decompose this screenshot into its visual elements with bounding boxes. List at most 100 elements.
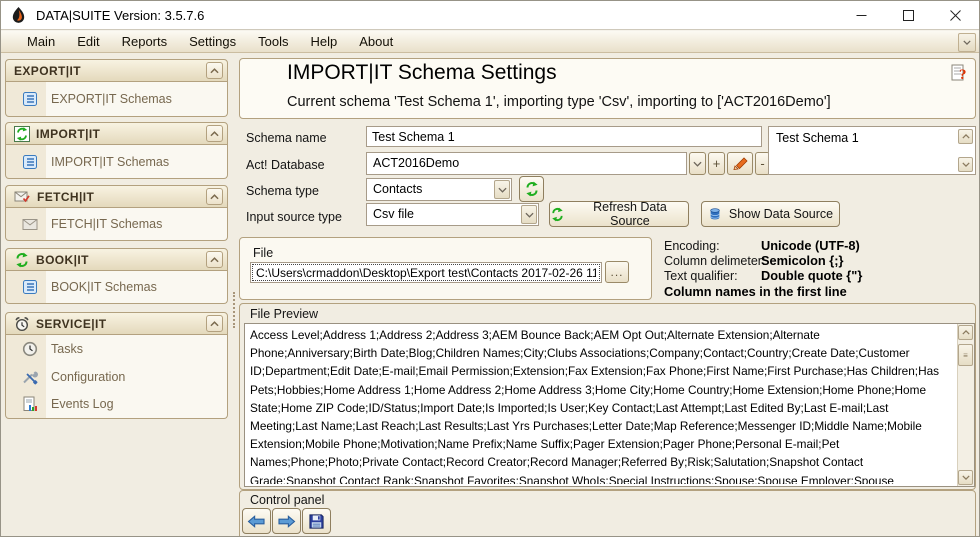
delimiter-value: Semicolon {;} (761, 253, 844, 268)
qualifier-value: Double quote {"} (761, 268, 863, 283)
minimize-icon (856, 14, 867, 16)
sidebar-item-import-schemas[interactable]: IMPORT|IT Schemas (6, 148, 227, 176)
act-database-dropdown-button[interactable] (689, 152, 706, 175)
sidebar-item-label: EXPORT|IT Schemas (51, 92, 172, 106)
scrollbar-thumb[interactable]: ≡ (958, 344, 973, 366)
section-title: IMPORT|IT (36, 126, 101, 141)
schema-type-dropdown-button[interactable] (494, 180, 510, 199)
sidebar-section-service-header[interactable]: SERVICE|IT (5, 312, 228, 335)
scroll-down-button[interactable] (958, 470, 973, 485)
close-button[interactable] (932, 1, 979, 29)
section-title: BOOK|IT (36, 252, 89, 267)
file-path-input[interactable] (250, 262, 602, 283)
clock-icon (21, 341, 38, 357)
collapse-button[interactable] (206, 251, 223, 268)
previous-step-button[interactable] (242, 508, 271, 534)
add-database-button[interactable]: + (708, 152, 725, 175)
schema-listbox[interactable]: Test Schema 1 (768, 126, 976, 175)
close-icon (950, 9, 961, 21)
minimize-button[interactable] (838, 1, 885, 29)
alarm-clock-icon (14, 316, 30, 332)
sidebar-item-tasks[interactable]: Tasks (6, 335, 227, 363)
collapse-button[interactable] (206, 315, 223, 332)
refresh-icon (552, 207, 563, 221)
show-data-source-label: Show Data Source (728, 207, 834, 221)
events-log-icon (21, 396, 38, 412)
section-title: EXPORT|IT (14, 63, 81, 78)
sidebar-section-fetch-body: FETCH|IT Schemas (5, 208, 228, 241)
menu-reports[interactable]: Reports (111, 32, 179, 51)
svg-text:?: ? (959, 67, 967, 83)
page-title: IMPORT|IT Schema Settings (287, 61, 557, 84)
sidebar-section-book-body: BOOK|IT Schemas (5, 271, 228, 304)
collapse-button[interactable] (206, 188, 223, 205)
sidebar-item-configuration[interactable]: Configuration (6, 363, 227, 391)
menu-about[interactable]: About (348, 32, 404, 51)
sidebar-splitter[interactable] (231, 54, 236, 536)
menu-help[interactable]: Help (299, 32, 348, 51)
scroll-up-button[interactable] (958, 129, 973, 144)
sidebar-section-fetch-header[interactable]: FETCH|IT (5, 185, 228, 208)
splitter-grip-icon (233, 292, 235, 328)
help-icon[interactable]: ? (951, 62, 970, 83)
browse-file-button[interactable]: ... (605, 261, 629, 283)
save-button[interactable] (302, 508, 331, 534)
sidebar-item-label: BOOK|IT Schemas (51, 280, 157, 294)
refresh-data-source-button[interactable]: Refresh Data Source (549, 200, 689, 228)
control-panel-label: Control panel (250, 493, 325, 507)
input-source-combobox[interactable]: Csv file (366, 203, 539, 226)
chevron-up-icon (961, 134, 970, 139)
database-icon (710, 208, 720, 220)
section-title: FETCH|IT (37, 189, 95, 204)
window-controls (838, 1, 979, 29)
menu-overflow-button[interactable] (958, 33, 976, 52)
chevron-up-icon (210, 67, 219, 73)
chevron-down-icon (693, 161, 702, 167)
section-title: SERVICE|IT (36, 316, 107, 331)
act-database-combobox[interactable]: ACT2016Demo (366, 152, 687, 175)
refresh-icon (525, 181, 538, 197)
sidebar-section-import-body: IMPORT|IT Schemas (5, 145, 228, 179)
tools-icon (21, 369, 38, 385)
sidebar-item-fetch-schemas[interactable]: FETCH|IT Schemas (6, 210, 227, 238)
preview-scrollbar[interactable]: ≡ (957, 324, 974, 486)
edit-database-button[interactable] (727, 152, 753, 175)
sidebar-section-import-header[interactable]: IMPORT|IT (5, 122, 228, 145)
schema-list-icon (21, 279, 38, 295)
file-preview-textarea[interactable]: Access Level;Address 1;Address 2;Address… (244, 323, 975, 487)
arrow-left-icon (247, 514, 265, 528)
sidebar-item-export-schemas[interactable]: EXPORT|IT Schemas (6, 85, 227, 113)
menu-settings[interactable]: Settings (178, 32, 247, 51)
collapse-button[interactable] (206, 62, 223, 79)
menu-bar: Main Edit Reports Settings Tools Help Ab… (1, 30, 979, 53)
app-logo-icon (10, 6, 27, 24)
input-source-dropdown-button[interactable] (521, 205, 537, 224)
sidebar-item-events-log[interactable]: Events Log (6, 390, 227, 418)
next-step-button[interactable] (272, 508, 301, 534)
sidebar-item-label: Events Log (51, 397, 114, 412)
sidebar-item-book-schemas[interactable]: BOOK|IT Schemas (6, 273, 227, 301)
menu-edit[interactable]: Edit (66, 32, 110, 51)
file-preview-label: File Preview (250, 307, 319, 321)
schema-name-input[interactable] (366, 126, 762, 147)
file-preview-content: Access Level;Address 1;Address 2;Address… (250, 328, 940, 484)
menu-main[interactable]: Main (16, 32, 66, 51)
show-data-source-button[interactable]: Show Data Source (701, 201, 840, 227)
schema-type-combobox[interactable]: Contacts (366, 178, 512, 201)
control-panel-groupbox (239, 490, 976, 536)
encoding-value: Unicode (UTF-8) (761, 238, 860, 253)
collapse-button[interactable] (206, 125, 223, 142)
sidebar-section-book-header[interactable]: BOOK|IT (5, 248, 228, 271)
encoding-label: Encoding: (664, 239, 720, 253)
delimiter-label: Column delimeter: (664, 254, 766, 268)
scroll-up-button[interactable] (958, 325, 973, 340)
schema-list-item[interactable]: Test Schema 1 (776, 131, 859, 145)
scroll-down-button[interactable] (958, 157, 973, 172)
chevron-down-icon (497, 187, 507, 193)
sidebar-item-label: Tasks (51, 341, 83, 356)
sidebar-section-export-header[interactable]: EXPORT|IT (5, 59, 228, 82)
menu-tools[interactable]: Tools (247, 32, 299, 51)
maximize-button[interactable] (885, 1, 932, 29)
refresh-schema-type-button[interactable] (519, 176, 544, 202)
schema-type-label: Schema type (246, 184, 319, 198)
